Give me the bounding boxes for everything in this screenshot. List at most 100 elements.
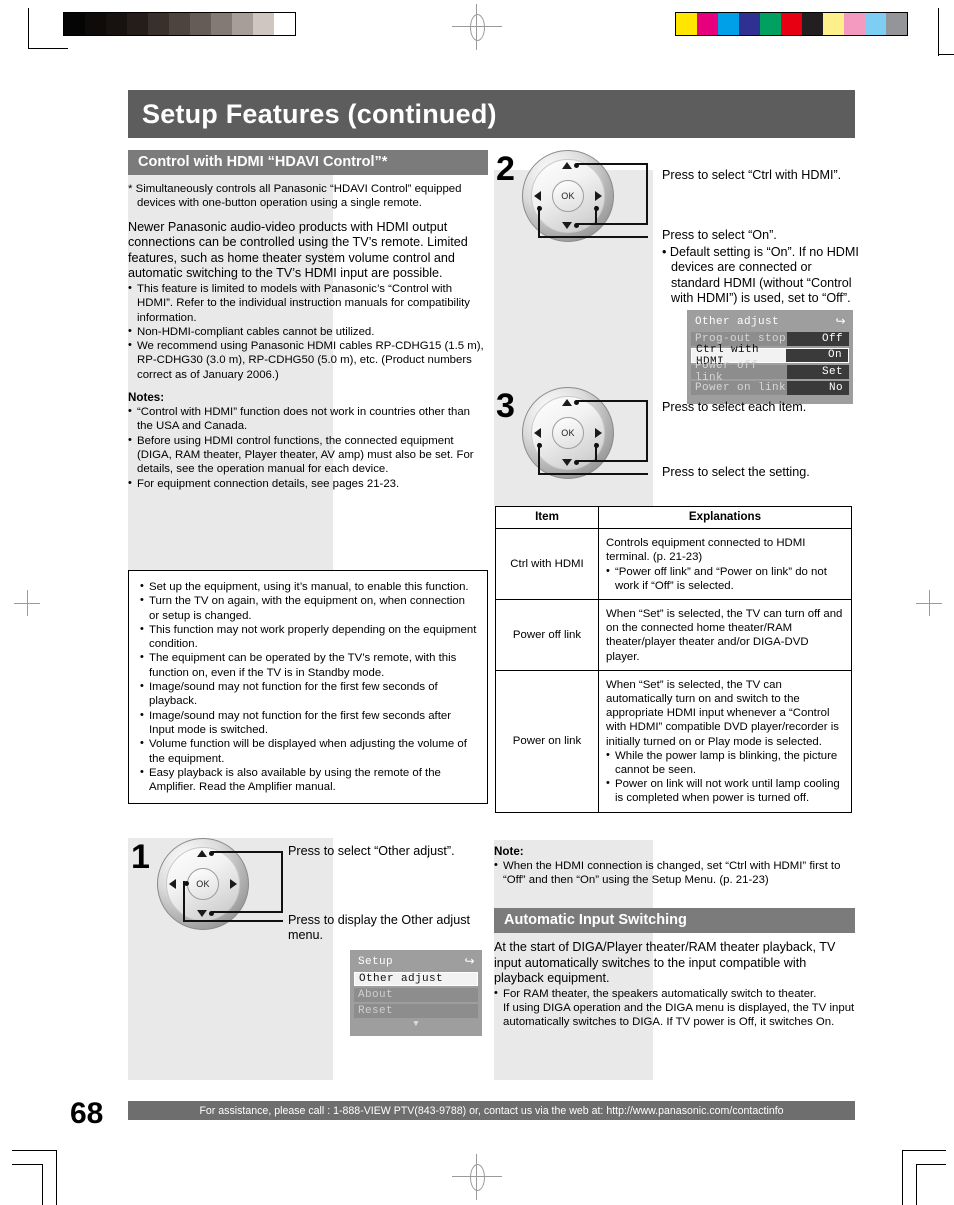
setup-osd-item-label: Reset [358,1005,394,1017]
step-1-leader-vertical [281,851,283,912]
osd-row-value: No [787,381,849,395]
list-item: Image/sound may not function for the fir… [140,679,477,709]
dpad-down-arrow-icon[interactable] [562,459,572,466]
return-arrow-icon[interactable]: ↪ [836,314,846,329]
crop-mark-right-middle [916,590,942,616]
step-3-number: 3 [496,387,515,425]
table-cell-bullets: “Power off link” and “Power on link” do … [606,564,845,593]
list-item: Volume function will be displayed when a… [140,736,477,766]
step-2-callout-updown: Press to select “Ctrl with HDMI”. [662,168,842,182]
step-1-leader-up [211,851,283,853]
left-column: Control with HDMI “HDAVI Control”* * Sim… [128,150,488,491]
bullet-dot: • [662,245,670,259]
dpad-down-arrow-icon[interactable] [562,222,572,229]
step-3-leader-lr [538,473,648,475]
ok-button[interactable]: OK [552,180,584,212]
dpad-down-arrow-icon[interactable] [197,910,207,917]
calibration-swatch [232,13,253,35]
list-item-continuation: If using DIGA operation and the DIGA men… [503,1002,855,1029]
manual-page: Setup Features (continued) Control with … [0,0,954,1205]
step-1-callout-updown: Press to select “Other adjust”. [288,844,455,858]
table-cell-explanation: When “Set” is selected, the TV can turn … [598,599,852,671]
hdavi-footnote-text: * Simultaneously controls all Panasonic … [128,183,462,210]
list-item: Set up the equipment, using it’s manual,… [140,579,477,594]
page-title: Setup Features (continued) [128,90,855,138]
registration-target-bottom [452,1154,502,1200]
list-item: For RAM theater, the speakers automatica… [494,986,855,1001]
crop-mark-top-right [916,8,954,56]
dpad-right-arrow-icon[interactable] [230,879,237,889]
dpad-left-arrow-icon[interactable] [169,879,176,889]
step-2-leader-lr [538,236,648,238]
calibration-swatch [106,13,127,35]
setup-osd-item-other-adjust[interactable]: Other adjust [354,972,478,986]
calibration-swatch [676,13,697,35]
dpad-right-arrow-icon[interactable] [595,191,602,201]
osd-row-label: Power on link [695,382,787,394]
other-adjust-osd-menu: Other adjust ↪ Prog-out stop Off Ctrl wi… [687,310,853,404]
osd-row-power-on-link[interactable]: Power on link No [691,381,849,395]
list-item: For equipment connection details, see pa… [128,476,488,491]
dpad-up-arrow-icon[interactable] [562,399,572,406]
page-number: 68 [70,1097,104,1130]
dpad-up-arrow-icon[interactable] [197,850,207,857]
step-1-callout-ok: Press to display the Other adjust menu. [288,913,471,943]
table-cell-item: Ctrl with HDMI [495,528,599,601]
ok-button[interactable]: OK [187,868,219,900]
calibration-swatch [781,13,802,35]
osd-row-power-off-link[interactable]: Power off link Set [691,360,849,384]
step-3-callout-updown: Press to select each item. [662,400,807,414]
setup-osd-item-about[interactable]: About [354,988,478,1002]
calibration-swatch [211,13,232,35]
table-row: Ctrl with HDMI Controls equipment connec… [495,528,852,601]
step-1-leader-ok-vertical [183,881,185,922]
osd-row-value: On [786,349,848,362]
step-2-callout-leftright-bullet: Default setting is “On”. If no HDMI devi… [669,245,859,306]
dpad-right-arrow-icon[interactable] [595,428,602,438]
step-1-leader-down [211,911,283,913]
list-item: Before using HDMI control functions, the… [128,433,488,477]
calibration-swatch [844,13,865,35]
auto-input-body: At the start of DIGA/Player theater/RAM … [494,940,836,986]
list-item: Turn the TV on again, with the equipment… [140,593,477,623]
section-heading-automatic-input-switching: Automatic Input Switching [494,908,855,933]
table-cell-explanation: When “Set” is selected, the TV can autom… [598,669,852,813]
dpad-left-arrow-icon[interactable] [534,428,541,438]
auto-input-bullets: For RAM theater, the speakers automatica… [494,986,855,1030]
setup-osd-item-reset[interactable]: Reset [354,1004,478,1018]
crop-mark-bottom-left [12,1150,62,1205]
ok-button[interactable]: OK [552,417,584,449]
notes-bullets: “Control with HDMI” function does not wo… [128,404,488,491]
calibration-swatch [802,13,823,35]
setup-osd-menu: Setup ↪ Other adjust About Reset ▼ [350,950,482,1036]
color-calibration-bar [675,12,908,36]
grayscale-calibration-bar [63,12,296,36]
hdmi-settings-table: Item Explanations Ctrl with HDMI Control… [495,505,852,813]
table-cell-text: Controls equipment connected to HDMI ter… [606,537,806,564]
note-bullets: When the HDMI connection is changed, set… [494,858,855,888]
list-item: “Power off link” and “Power on link” do … [606,564,845,593]
step-2-leader-lr-left [538,206,540,237]
table-cell-item: Power on link [495,669,599,813]
dpad-up-arrow-icon[interactable] [562,162,572,169]
table-cell-explanation: Controls equipment connected to HDMI ter… [598,528,852,601]
return-arrow-icon[interactable]: ↪ [465,954,475,969]
list-item: “Control with HDMI” function does not wo… [128,404,488,434]
list-item: When the HDMI connection is changed, set… [494,858,855,888]
step-3-leader-up [576,400,648,402]
table-cell-text: When “Set” is selected, the TV can turn … [606,608,843,663]
osd-row-label: Power off link [695,360,759,384]
osd-row-value: Set [787,365,849,379]
step-2-callout-leftright-bullet-wrap: • Default setting is “On”. If no HDMI de… [662,245,863,307]
list-item: Easy playback is also available by using… [140,765,477,795]
step-1-leader-ok [183,920,283,922]
registration-target-top [452,4,502,50]
step-2-leader-lr-right [595,206,597,223]
automatic-input-switching-section: Automatic Input Switching At the start o… [494,908,855,1030]
list-item: We recommend using Panasonic HDMI cables… [128,338,488,382]
step-3-leader-vertical [646,400,648,461]
chevron-down-icon[interactable]: ▼ [354,1020,478,1029]
step-2-number: 2 [496,150,515,188]
dpad-left-arrow-icon[interactable] [534,191,541,201]
step-2-leader-down [576,223,648,225]
